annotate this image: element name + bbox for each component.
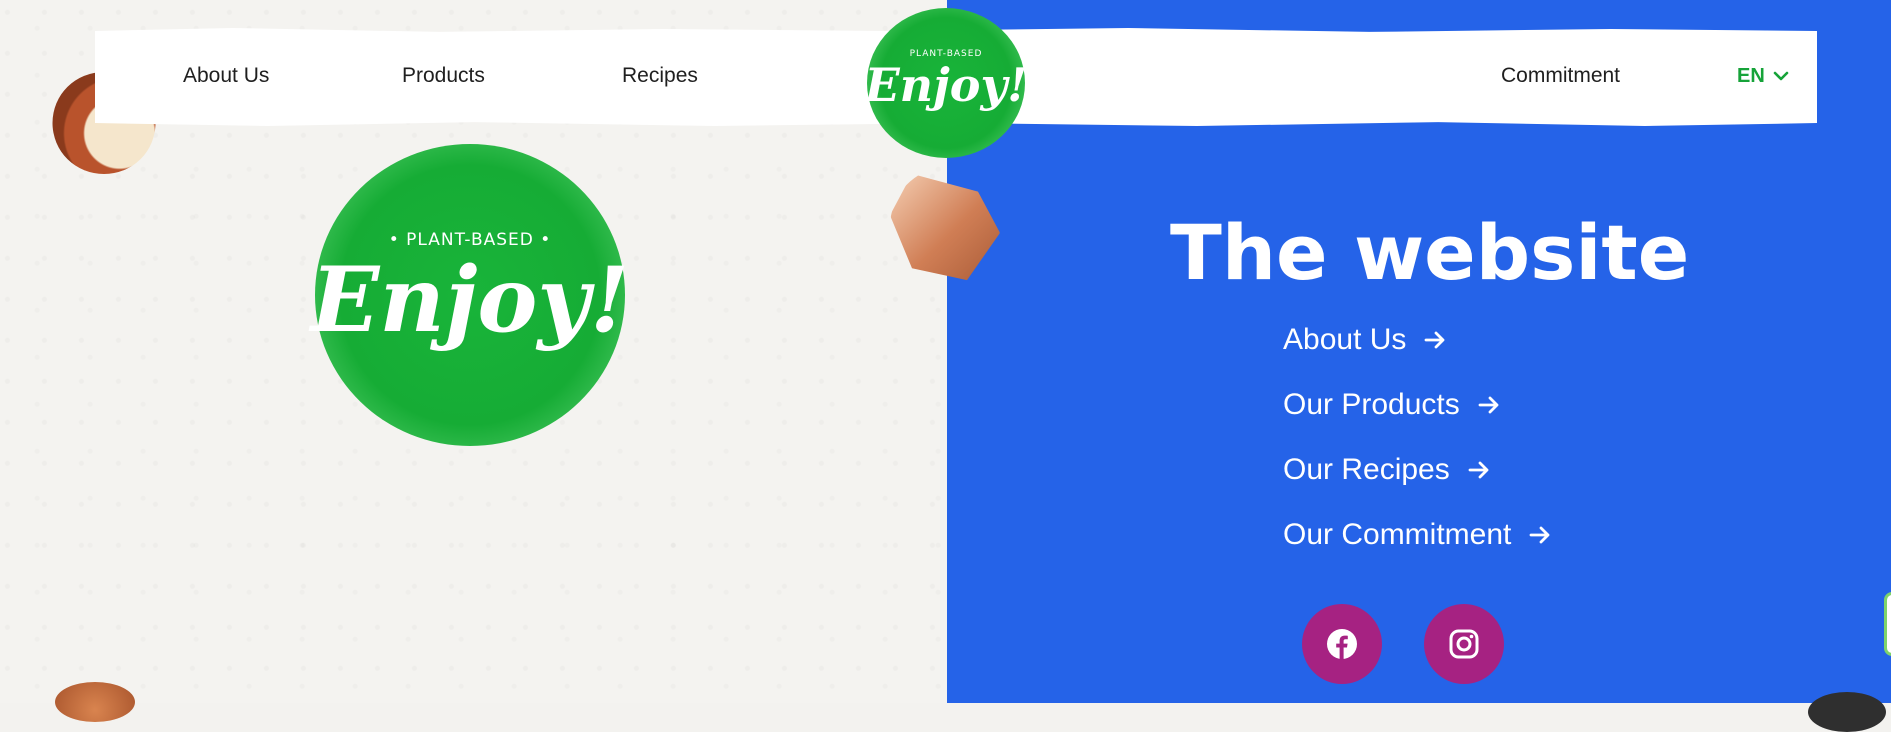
side-tab[interactable] <box>1884 592 1891 656</box>
arrow-right-icon <box>1478 396 1499 414</box>
language-label: EN <box>1737 65 1765 87</box>
sitemap-link-label: Our Products <box>1283 388 1460 421</box>
sitemap-link-about-us[interactable]: About Us <box>1283 322 1448 358</box>
logo-wordmark: Enjoy! <box>864 58 1028 112</box>
arrow-right-icon <box>1425 331 1445 349</box>
hero-logo-wordmark: Enjoy! <box>310 247 630 353</box>
arrow-right-icon <box>1529 526 1550 544</box>
instagram-icon <box>1449 629 1479 659</box>
sitemap-link-label: Our Recipes <box>1283 453 1450 486</box>
instagram-button[interactable] <box>1424 604 1504 684</box>
nav-recipes[interactable]: Recipes <box>622 63 698 89</box>
facebook-button[interactable] <box>1302 604 1382 684</box>
almond-decoration <box>55 682 135 722</box>
nav-products[interactable]: Products <box>402 63 485 89</box>
sitemap-link-our-products[interactable]: Our Products <box>1283 387 1502 423</box>
sitemap-link-our-commitment[interactable]: Our Commitment <box>1283 517 1553 553</box>
nav-about-us[interactable]: About Us <box>183 63 269 89</box>
sitemap-link-label: Our Commitment <box>1283 518 1512 551</box>
hero-logo: • PLANT-BASED • Enjoy! <box>311 144 629 446</box>
language-selector[interactable]: EN <box>1737 63 1791 89</box>
dark-decoration <box>1808 692 1886 732</box>
nav-commitment[interactable]: Commitment <box>1501 63 1620 89</box>
facebook-icon <box>1327 629 1357 659</box>
sitemap-link-label: About Us <box>1283 323 1407 356</box>
arrow-right-icon <box>1468 461 1489 479</box>
sitemap-link-our-recipes[interactable]: Our Recipes <box>1283 452 1492 488</box>
header-logo[interactable]: PLANT-BASED Enjoy! <box>864 8 1028 158</box>
sitemap-title: The website <box>1170 208 1690 297</box>
chevron-down-icon <box>1773 71 1789 81</box>
